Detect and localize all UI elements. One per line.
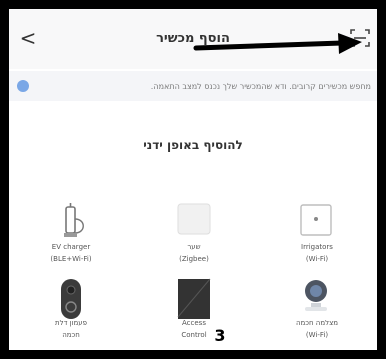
search-status-text: מחפש מכשירים קרובים. ודא שהמכשיר שלך נכנ… xyxy=(150,82,371,91)
device-label: מצלמה חכמה (Wi-Fi) xyxy=(295,319,339,339)
screenshot-frame: < הוסף מכשיר מחפש מכשירים קרובים. ודא שה… xyxy=(0,0,386,359)
annotation-arrow xyxy=(193,33,362,54)
device-doorbell[interactable]: פעמון דלת חכמה xyxy=(31,277,111,347)
manual-add-title: להוסיף באופן ידני xyxy=(143,138,243,152)
device-label: פעמון דלת חכמה xyxy=(55,319,87,339)
device-label: EV charger (BLE+Wi-Fi) xyxy=(50,243,92,263)
search-status-banner: מחפש מכשירים קרובים. ודא שהמכשיר שלך נכנ… xyxy=(9,71,377,101)
device-ev-charger[interactable]: EV charger (BLE+Wi-Fi) xyxy=(31,201,111,271)
device-smart-camera[interactable]: מצלמה חכמה (Wi-Fi) xyxy=(277,277,357,347)
add-device-screen: < הוסף מכשיר מחפש מכשירים קרובים. ודא שה… xyxy=(9,9,377,350)
device-irrigator[interactable]: Irrigators (Wi-Fi) xyxy=(277,201,357,271)
back-button[interactable]: < xyxy=(17,27,39,49)
device-gateway[interactable]: שער (Zigbee) xyxy=(154,201,234,271)
info-icon xyxy=(17,80,29,92)
annotation-step-number: 3 xyxy=(214,326,226,345)
device-label: Irrigators (Wi-Fi) xyxy=(301,243,333,263)
device-label: שער (Zigbee) xyxy=(179,243,209,263)
